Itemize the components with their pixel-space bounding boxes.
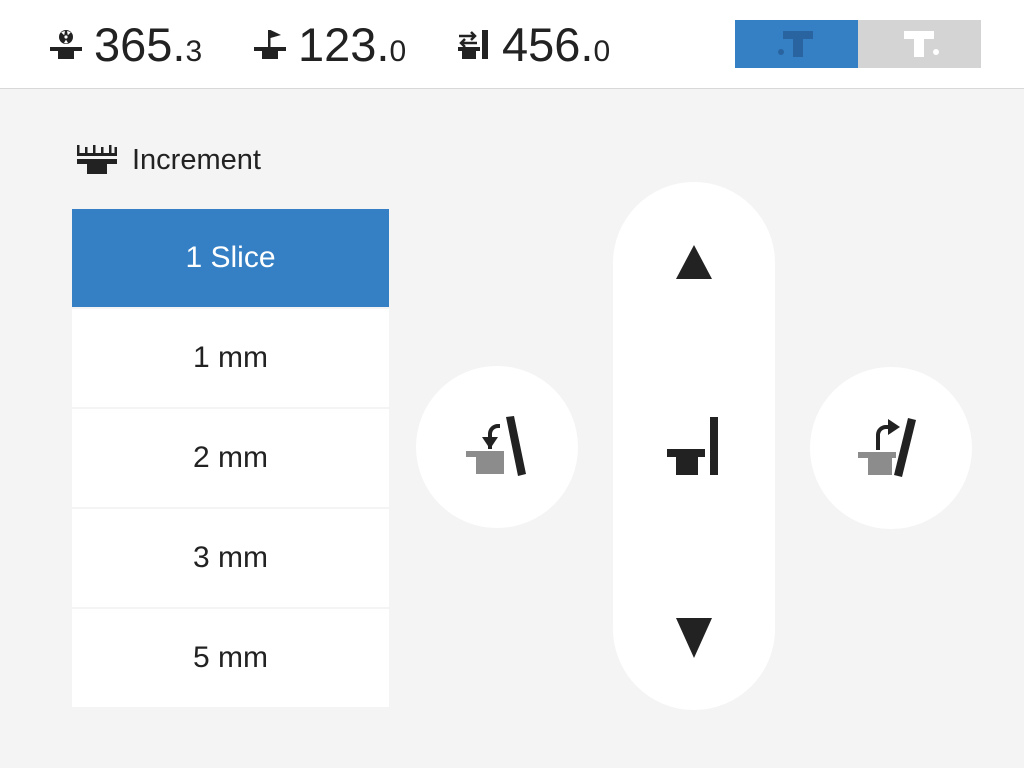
table-tilt-icon [254, 30, 286, 59]
increment-option-2-mm[interactable]: 2 mm [72, 409, 389, 507]
tilt-clockwise-icon [858, 418, 916, 477]
move-up-button[interactable] [613, 212, 775, 312]
tilt-counterclockwise-icon [466, 416, 526, 476]
arrow-up-icon [676, 245, 712, 279]
readout-2-decimal: 0 [389, 35, 407, 68]
increment-option-1-mm[interactable]: 1 mm [72, 309, 389, 407]
status-header: 365. 3 123. 0 456. 0 [0, 0, 1024, 89]
table-mode-right-button[interactable] [858, 20, 981, 68]
tilt-right-button[interactable] [810, 367, 972, 529]
table-mode-toggle[interactable] [735, 20, 981, 68]
table-horizontal-move-icon [458, 30, 488, 59]
arrow-down-icon [676, 618, 712, 658]
tilt-left-button[interactable] [416, 366, 578, 528]
readout-1-decimal: 3 [185, 35, 203, 68]
readout-3-decimal: 0 [593, 35, 611, 68]
readout-1-integer: 365. [94, 18, 186, 71]
increment-header: Increment [76, 140, 261, 180]
position-readout-2: 123. 0 [252, 18, 406, 72]
table-mode-right-icon [903, 31, 939, 57]
position-readout-1: 365. 3 [48, 18, 202, 72]
table-home-icon [667, 417, 718, 475]
vertical-move-control [613, 182, 775, 710]
ruler-table-icon [77, 145, 117, 174]
increment-option-3-mm[interactable]: 3 mm [72, 509, 389, 607]
radiation-table-icon [50, 30, 82, 59]
readout-2-integer: 123. [298, 18, 390, 71]
increment-option-1-slice[interactable]: 1 Slice [72, 209, 389, 307]
table-home-button[interactable] [613, 396, 775, 496]
table-mode-left-button[interactable] [735, 20, 858, 68]
increment-list: 1 Slice 1 mm 2 mm 3 mm 5 mm [72, 209, 389, 709]
increment-option-5-mm[interactable]: 5 mm [72, 609, 389, 707]
position-readout-3: 456. 0 [456, 18, 610, 72]
increment-label: Increment [132, 143, 261, 176]
table-mode-left-icon [777, 31, 813, 57]
move-down-button[interactable] [613, 588, 775, 688]
readout-3-integer: 456. [502, 18, 594, 71]
